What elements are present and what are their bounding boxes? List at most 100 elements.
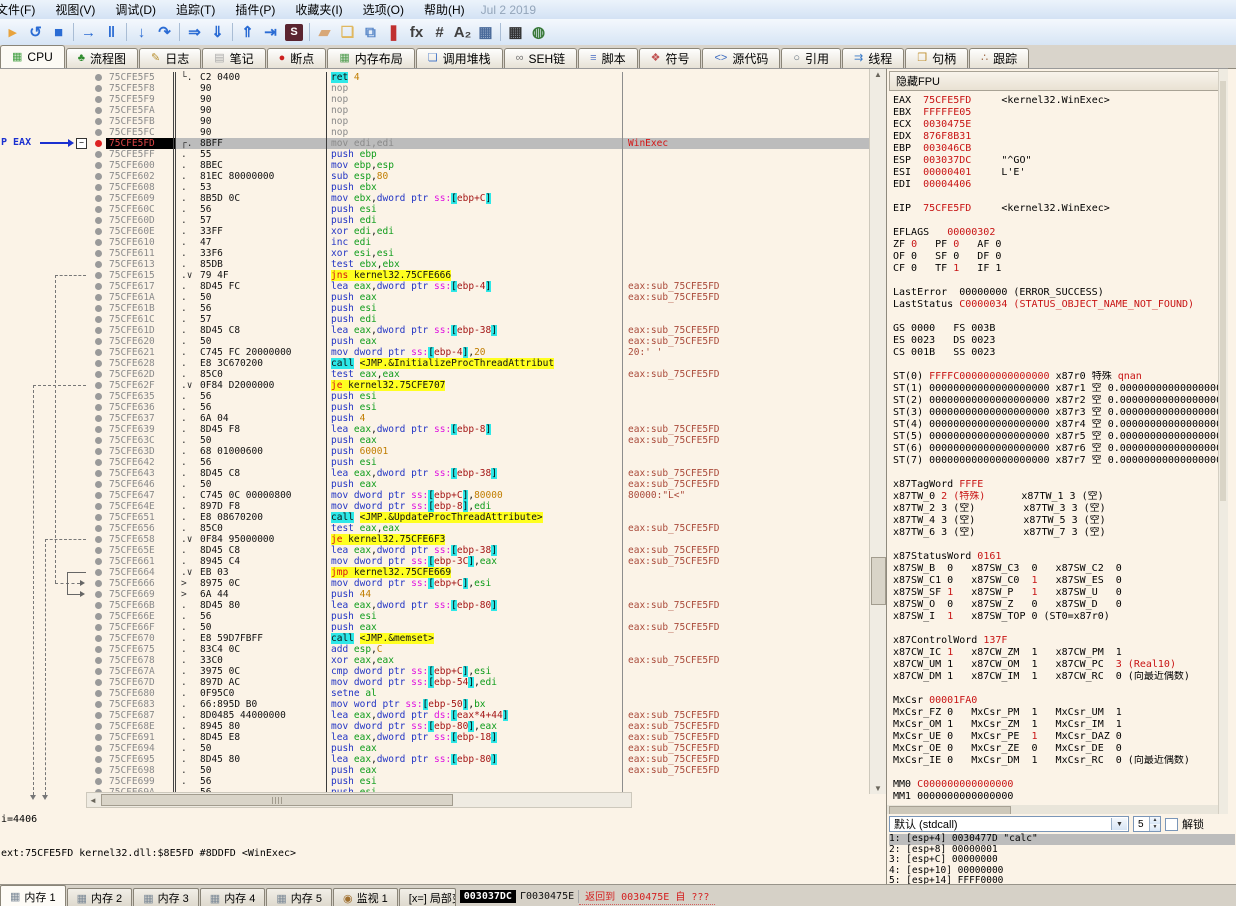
instruction-dot-icon[interactable] — [95, 261, 102, 268]
instruction-dot-icon[interactable] — [95, 118, 102, 125]
disasm-row[interactable]: 75CFE643.8D45 C8lea eax,dword ptr ss:[eb… — [90, 468, 870, 479]
instruction-cell[interactable]: push esi — [326, 457, 622, 468]
functions-icon[interactable]: fx — [405, 21, 428, 43]
address-cell[interactable]: 75CFE602 — [106, 171, 176, 182]
disasm-row[interactable]: 75CFE647.C745 0C 00000800mov dword ptr s… — [90, 490, 870, 501]
disasm-row[interactable]: 75CFE62F.∨0F84 D2000000je kernel32.75CFE… — [90, 380, 870, 391]
instruction-cell[interactable]: push eax — [326, 622, 622, 633]
instruction-dot-icon[interactable] — [95, 129, 102, 136]
address-cell[interactable]: 75CFE5F9 — [106, 94, 176, 105]
instruction-dot-icon[interactable] — [95, 591, 102, 598]
register-line[interactable]: ECX 0030475E — [893, 119, 1226, 131]
disasm-row[interactable]: 75CFE694.50push eaxeax:sub_75CFE5FD — [90, 743, 870, 754]
register-line[interactable]: x87StatusWord 0161 — [893, 551, 1226, 563]
instruction-cell[interactable]: mov dword ptr ss:[ebp-8],edi — [326, 501, 622, 512]
instruction-cell[interactable]: test ebx,ebx — [326, 259, 622, 270]
instruction-cell[interactable]: lea eax,dword ptr ss:[ebp-18] — [326, 732, 622, 743]
address-cell[interactable]: 75CFE669 — [106, 589, 176, 600]
labels-icon[interactable]: ⧉ — [359, 21, 382, 43]
address-cell[interactable]: 75CFE617 — [106, 281, 176, 292]
instruction-cell[interactable]: mov edi,edi — [326, 138, 622, 149]
bottom-tab-内存 3[interactable]: ▦内存 3 — [133, 888, 199, 906]
instruction-cell[interactable]: push esi — [326, 402, 622, 413]
instruction-dot-icon[interactable] — [95, 272, 102, 279]
address-cell[interactable]: 75CFE651 — [106, 512, 176, 523]
step-into-icon[interactable]: ↓ — [130, 21, 153, 43]
register-line[interactable]: x87TW_4 3 (空) x87TW_5 3 (空) — [893, 515, 1226, 527]
address-cell[interactable]: 75CFE609 — [106, 193, 176, 204]
register-line[interactable]: CF 0 TF 1 IF 1 — [893, 263, 1226, 275]
register-line[interactable]: ES 0023 DS 0023 — [893, 335, 1226, 347]
instruction-cell[interactable]: mov dword ptr ss:[ebp-4],20 — [326, 347, 622, 358]
scroll-up-icon[interactable]: ▲ — [874, 70, 882, 79]
register-line[interactable]: EBX FFFFFE05 — [893, 107, 1226, 119]
disasm-row[interactable]: 75CFE642.56push esi — [90, 457, 870, 468]
instruction-dot-icon[interactable] — [95, 415, 102, 422]
menu-item[interactable]: 选项(O) — [353, 0, 414, 20]
instruction-dot-icon[interactable] — [95, 646, 102, 653]
address-cell[interactable]: 75CFE62F — [106, 380, 176, 391]
address-cell[interactable]: 75CFE656 — [106, 523, 176, 534]
instruction-dot-icon[interactable] — [95, 382, 102, 389]
instruction-dot-icon[interactable] — [95, 723, 102, 730]
instruction-cell[interactable]: add esp,C — [326, 644, 622, 655]
instruction-dot-icon[interactable] — [95, 679, 102, 686]
instruction-cell[interactable]: push esi — [326, 776, 622, 787]
address-cell[interactable]: 75CFE5F8 — [106, 83, 176, 94]
disasm-row[interactable]: 75CFE699.56push esi — [90, 776, 870, 787]
disasm-row[interactable]: 75CFE60C.56push esi — [90, 204, 870, 215]
bottom-tab-内存 2[interactable]: ▦内存 2 — [67, 888, 133, 906]
instruction-cell[interactable]: je kernel32.75CFE707 — [326, 380, 622, 391]
register-line[interactable]: EAX 75CFE5FD <kernel32.WinExec> — [893, 95, 1226, 107]
disasm-row[interactable]: 75CFE66E.56push esi — [90, 611, 870, 622]
instruction-dot-icon[interactable] — [95, 360, 102, 367]
address-cell[interactable]: 75CFE615 — [106, 270, 176, 281]
disasm-row[interactable]: 75CFE60E.33FFxor edi,edi — [90, 226, 870, 237]
register-line[interactable] — [893, 683, 1226, 695]
disasm-row[interactable]: 75CFE611.33F6xor esi,esi — [90, 248, 870, 259]
disasm-row[interactable]: 75CFE5FD┌.8BFFmov edi,ediWinExec — [90, 138, 870, 149]
instruction-cell[interactable]: setne al — [326, 688, 622, 699]
disasm-row[interactable]: 75CFE620.50push eaxeax:sub_75CFE5FD — [90, 336, 870, 347]
instruction-cell[interactable]: je kernel32.75CFE6F3 — [326, 534, 622, 545]
register-line[interactable]: EBP 003046CB — [893, 143, 1226, 155]
address-cell[interactable]: 75CFE64E — [106, 501, 176, 512]
address-cell[interactable]: 75CFE5FB — [106, 116, 176, 127]
address-cell[interactable]: 75CFE694 — [106, 743, 176, 754]
spin-down-icon[interactable]: ▼ — [1149, 824, 1160, 831]
instruction-cell[interactable]: push esi — [326, 303, 622, 314]
address-cell[interactable]: 75CFE60E — [106, 226, 176, 237]
address-cell[interactable]: 75CFE670 — [106, 633, 176, 644]
address-cell[interactable]: 75CFE687 — [106, 710, 176, 721]
scrollbar-thumb[interactable] — [1220, 81, 1226, 501]
spin-up-icon[interactable]: ▲ — [1149, 817, 1160, 824]
disasm-row[interactable]: 75CFE66B.8D45 80lea eax,dword ptr ss:[eb… — [90, 600, 870, 611]
disasm-row[interactable]: 75CFE608.53push ebx — [90, 182, 870, 193]
calculator-icon[interactable]: ▦ — [504, 21, 527, 43]
tab-日志[interactable]: ✎日志 — [139, 48, 201, 68]
address-cell[interactable]: 75CFE63D — [106, 446, 176, 457]
menu-item[interactable]: 收藏夹(I) — [285, 0, 352, 20]
register-line[interactable] — [893, 467, 1226, 479]
tab-源代码[interactable]: <>源代码 — [702, 48, 780, 68]
instruction-cell[interactable]: mov dword ptr ss:[ebp+C],80000 — [326, 490, 622, 501]
instruction-cell[interactable]: push ebp — [326, 149, 622, 160]
address-cell[interactable]: 75CFE65E — [106, 545, 176, 556]
address-cell[interactable]: 75CFE610 — [106, 237, 176, 248]
disasm-row[interactable]: 75CFE66F.50push eaxeax:sub_75CFE5FD — [90, 622, 870, 633]
tab-符号[interactable]: ❖符号 — [639, 48, 702, 68]
register-line[interactable]: MxCsr_FZ 0 MxCsr_PM 1 MxCsr_UM 1 — [893, 707, 1226, 719]
script-icon[interactable]: S — [285, 24, 303, 41]
register-line[interactable] — [893, 311, 1226, 323]
instruction-cell[interactable]: xor edi,edi — [326, 226, 622, 237]
instruction-cell[interactable]: nop — [326, 83, 622, 94]
tab-笔记[interactable]: ▤笔记 — [202, 48, 265, 68]
address-cell[interactable]: 75CFE680 — [106, 688, 176, 699]
scrollbar-thumb[interactable] — [871, 557, 886, 605]
hash-icon[interactable]: # — [428, 21, 451, 43]
address-cell[interactable]: 75CFE63C — [106, 435, 176, 446]
instruction-cell[interactable]: mov dword ptr ss:[ebp-80],eax — [326, 721, 622, 732]
address-cell[interactable]: 75CFE647 — [106, 490, 176, 501]
instruction-dot-icon[interactable] — [95, 162, 102, 169]
tab-句柄[interactable]: ❒句柄 — [905, 48, 968, 68]
